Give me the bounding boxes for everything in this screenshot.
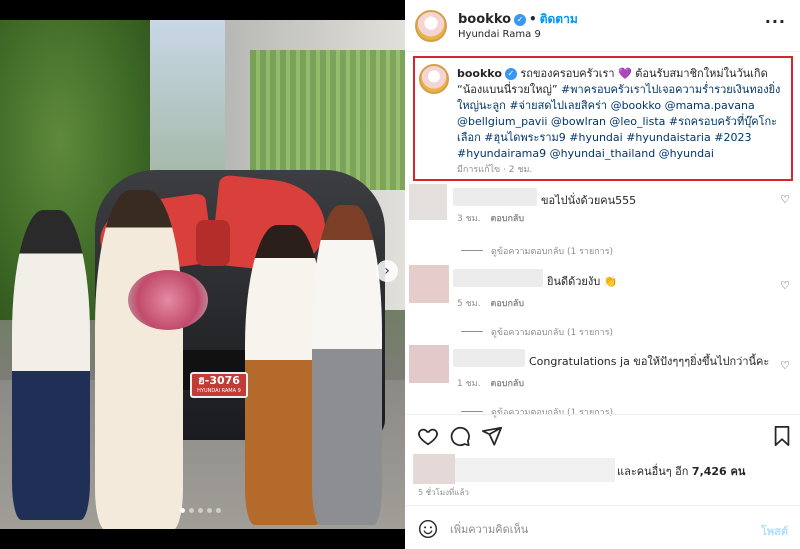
author-avatar[interactable] bbox=[415, 10, 447, 42]
photo-bow-knot bbox=[196, 220, 230, 266]
comment-text: Congratulations ja ขอให้ปังๆๆๆยิ่งขึ้นไป… bbox=[529, 355, 770, 368]
comment-composer: โพสต์ bbox=[405, 505, 800, 549]
comment-like-icon[interactable]: ♡ bbox=[780, 279, 790, 292]
comment-icon[interactable] bbox=[449, 425, 471, 447]
verified-icon: ✓ bbox=[504, 68, 517, 80]
more-options-button[interactable]: ··· bbox=[765, 12, 786, 31]
caption-username[interactable]: bookko bbox=[457, 67, 502, 80]
reply-button[interactable]: ตอบกลับ bbox=[491, 214, 525, 224]
carousel-dots bbox=[180, 508, 221, 513]
comment-time: 1 ชม. bbox=[457, 379, 481, 389]
emoji-icon[interactable] bbox=[418, 519, 438, 539]
photo-person-4 bbox=[312, 205, 382, 525]
post-comment-button[interactable]: โพสต์ bbox=[761, 522, 788, 540]
reply-button[interactable]: ตอบกลับ bbox=[491, 299, 525, 309]
carousel-dot bbox=[180, 508, 185, 513]
caption-highlight: bookko ✓ รถของครอบครัวเรา 💜 ต้อนรับสมาชิก… bbox=[413, 56, 793, 181]
comment-meta: 5 ชม. ตอบกลับ bbox=[457, 296, 524, 310]
liker-name-blurred[interactable] bbox=[455, 458, 615, 482]
post-location[interactable]: Hyundai Rama 9 bbox=[458, 29, 541, 40]
license-plate: ฮ-3076 HYUNDAI RAMA 9 bbox=[190, 372, 248, 398]
comment-item: ขอไปนั่งด้วยคน555 3 ชม. ตอบกลับ ♡ bbox=[405, 184, 800, 244]
author-username[interactable]: bookko bbox=[458, 12, 511, 27]
post-photo[interactable]: ฮ-3076 HYUNDAI RAMA 9 bbox=[0, 20, 405, 529]
carousel-next-button[interactable]: › bbox=[376, 260, 398, 282]
commenter-name-blurred[interactable] bbox=[453, 188, 537, 206]
post-header: bookko ✓ • ติดตาม Hyundai Rama 9 ··· bbox=[405, 0, 800, 52]
carousel-dot bbox=[198, 508, 203, 513]
commenter-avatar[interactable] bbox=[409, 265, 449, 303]
likes-count: 7,426 คน bbox=[691, 465, 746, 478]
comment-time: 5 ชม. bbox=[457, 299, 481, 309]
license-plate-sub: HYUNDAI RAMA 9 bbox=[197, 388, 241, 394]
carousel-dot bbox=[207, 508, 212, 513]
follow-button[interactable]: ติดตาม bbox=[540, 12, 578, 26]
commenter-avatar[interactable] bbox=[409, 345, 449, 383]
license-plate-number: ฮ-3076 bbox=[198, 374, 240, 387]
comment-item: ยินดีด้วยงับ 👏 5 ชม. ตอบกลับ ♡ bbox=[405, 265, 800, 325]
post-media: ฮ-3076 HYUNDAI RAMA 9 › bbox=[0, 0, 405, 549]
commenter-name-blurred[interactable] bbox=[453, 269, 543, 287]
likes-prefix: และคนอื่นๆ อีก bbox=[617, 465, 692, 478]
separator-dot: • bbox=[529, 12, 537, 26]
comment-meta: 3 ชม. ตอบกลับ bbox=[457, 211, 524, 225]
commenter-avatar[interactable] bbox=[409, 184, 447, 220]
caption-avatar[interactable] bbox=[419, 64, 449, 94]
verified-icon: ✓ bbox=[514, 14, 527, 26]
photo-ivy bbox=[250, 50, 405, 190]
comment-input[interactable] bbox=[450, 518, 740, 540]
comment-text: ขอไปนั่งด้วยคน555 bbox=[541, 194, 637, 207]
comment-like-icon[interactable]: ♡ bbox=[780, 359, 790, 372]
likes-text[interactable]: และคนอื่นๆ อีก 7,426 คน bbox=[617, 462, 745, 480]
comment-like-icon[interactable]: ♡ bbox=[780, 193, 790, 206]
view-replies-link[interactable]: ดูข้อความตอบกลับ (1 รายการ) bbox=[461, 325, 613, 339]
photo-person-1 bbox=[12, 210, 90, 520]
heart-icon[interactable] bbox=[417, 425, 439, 447]
photo-person-2 bbox=[95, 190, 183, 529]
commenter-name-blurred[interactable] bbox=[453, 349, 525, 367]
comment-item: Congratulations ja ขอให้ปังๆๆๆยิ่งขึ้นไป… bbox=[405, 345, 800, 405]
view-replies-link[interactable]: ดูข้อความตอบกลับ (1 รายการ) bbox=[461, 244, 613, 258]
caption-body: bookko ✓ รถของครอบครัวเรา 💜 ต้อนรับสมาชิก… bbox=[457, 66, 787, 162]
post-timestamp[interactable]: 5 ชั่วโมงที่แล้ว bbox=[418, 486, 469, 499]
carousel-dot bbox=[189, 508, 194, 513]
likes-summary: และคนอื่นๆ อีก 7,426 คน bbox=[405, 452, 800, 486]
post-side-panel: bookko ✓ • ติดตาม Hyundai Rama 9 ··· bookko… bbox=[405, 0, 800, 549]
author-line: bookko ✓ • ติดตาม bbox=[458, 10, 578, 29]
caption-time: มีการแก้ไข · 2 ชม. bbox=[457, 165, 533, 175]
share-icon[interactable] bbox=[481, 425, 503, 447]
bookmark-icon[interactable] bbox=[771, 425, 793, 447]
liker-avatar-blurred[interactable] bbox=[413, 454, 455, 484]
carousel-dot bbox=[216, 508, 221, 513]
comment-meta: 1 ชม. ตอบกลับ bbox=[457, 376, 524, 390]
reply-button[interactable]: ตอบกลับ bbox=[491, 379, 525, 389]
comment-time: 3 ชม. bbox=[457, 214, 481, 224]
photo-bouquet bbox=[128, 270, 208, 330]
comment-text: ยินดีด้วยงับ 👏 bbox=[547, 275, 618, 288]
